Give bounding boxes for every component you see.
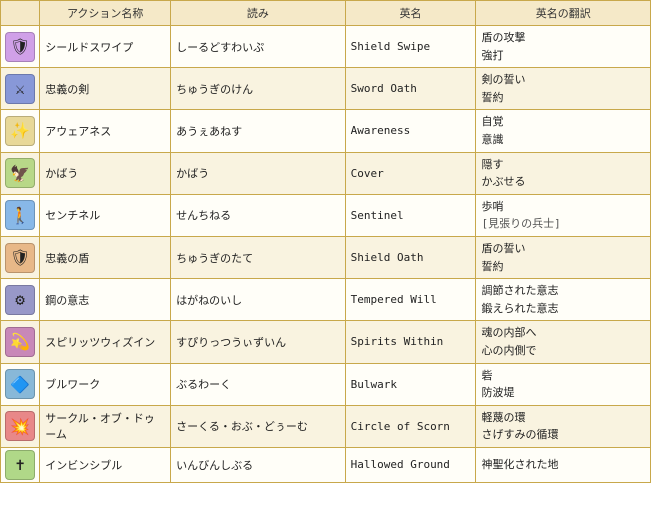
- ability-name: 忠義の剣: [40, 68, 171, 110]
- ability-name: かばう: [40, 152, 171, 194]
- ability-reading: ちゅうぎのたて: [171, 236, 345, 278]
- table-row: 🛡シールドスワイプしーるどすわいぷShield Swipe盾の攻撃強打: [1, 26, 651, 68]
- ability-reading: かばう: [171, 152, 345, 194]
- table-row: 🛡忠義の盾ちゅうぎのたてShield Oath盾の誓い誓約: [1, 236, 651, 278]
- table-row: ⚔忠義の剣ちゅうぎのけんSword Oath剣の誓い誓約: [1, 68, 651, 110]
- ability-name: アウェアネス: [40, 110, 171, 152]
- ability-icon-cell: 🛡: [1, 26, 40, 68]
- ability-english: Shield Oath: [345, 236, 476, 278]
- ability-reading: すぴりっつうぃずいん: [171, 321, 345, 363]
- ability-translation: 砦防波堤: [476, 363, 651, 405]
- ability-icon-cell: ✨: [1, 110, 40, 152]
- ability-icon: ✨: [5, 116, 35, 146]
- header-action: アクション名称: [40, 1, 171, 26]
- ability-icon-cell: ⚔: [1, 68, 40, 110]
- ability-icon: ⚔: [5, 74, 35, 104]
- ability-name: インビンシブル: [40, 447, 171, 482]
- ability-reading: しーるどすわいぷ: [171, 26, 345, 68]
- ability-reading: ぶるわーく: [171, 363, 345, 405]
- ability-translation: 剣の誓い誓約: [476, 68, 651, 110]
- ability-english: Sword Oath: [345, 68, 476, 110]
- table-row: 🦅かばうかばうCover隠すかぶせる: [1, 152, 651, 194]
- ability-english: Sentinel: [345, 194, 476, 236]
- ability-icon-cell: ⚙: [1, 279, 40, 321]
- ability-name: 鋼の意志: [40, 279, 171, 321]
- ability-english: Hallowed Ground: [345, 447, 476, 482]
- ability-icon: 🛡: [5, 32, 35, 62]
- header-english: 英名: [345, 1, 476, 26]
- ability-name: 忠義の盾: [40, 236, 171, 278]
- ability-english: Circle of Scorn: [345, 405, 476, 447]
- table-row: 🔷ブルワークぶるわーくBulwark砦防波堤: [1, 363, 651, 405]
- ability-english: Tempered Will: [345, 279, 476, 321]
- ability-english: Cover: [345, 152, 476, 194]
- ability-translation: 自覚意識: [476, 110, 651, 152]
- ability-icon: 🛡: [5, 243, 35, 273]
- ability-icon: ⚙: [5, 285, 35, 315]
- ability-icon: 💫: [5, 327, 35, 357]
- ability-translation: 盾の誓い誓約: [476, 236, 651, 278]
- ability-icon: 🔷: [5, 369, 35, 399]
- header-icon: [1, 1, 40, 26]
- ability-translation: 軽蔑の環さげすみの循環: [476, 405, 651, 447]
- table-row: 🚶センチネルせんちねるSentinel歩哨[見張りの兵士]: [1, 194, 651, 236]
- ability-reading: せんちねる: [171, 194, 345, 236]
- ability-reading: さーくる・おぶ・どぅーむ: [171, 405, 345, 447]
- ability-name: ブルワーク: [40, 363, 171, 405]
- ability-translation: 神聖化された地: [476, 447, 651, 482]
- ability-icon-cell: 💥: [1, 405, 40, 447]
- ability-icon-cell: ✝: [1, 447, 40, 482]
- ability-icon-cell: 🔷: [1, 363, 40, 405]
- ability-name: サークル・オブ・ドゥーム: [40, 405, 171, 447]
- ability-table: アクション名称 読み 英名 英名の翻訳 🛡シールドスワイプしーるどすわいぷShi…: [0, 0, 651, 483]
- ability-reading: あうぇあねす: [171, 110, 345, 152]
- ability-translation: 盾の攻撃強打: [476, 26, 651, 68]
- table-row: ✝インビンシブルいんびんしぶるHallowed Ground神聖化された地: [1, 447, 651, 482]
- ability-name: シールドスワイプ: [40, 26, 171, 68]
- ability-translation: 隠すかぶせる: [476, 152, 651, 194]
- ability-reading: いんびんしぶる: [171, 447, 345, 482]
- ability-english: Shield Swipe: [345, 26, 476, 68]
- ability-english: Spirits Within: [345, 321, 476, 363]
- table-row: 💫スピリッツウィズインすぴりっつうぃずいんSpirits Within魂の内部へ…: [1, 321, 651, 363]
- ability-reading: ちゅうぎのけん: [171, 68, 345, 110]
- table-row: ✨アウェアネスあうぇあねすAwareness自覚意識: [1, 110, 651, 152]
- ability-icon-cell: 💫: [1, 321, 40, 363]
- ability-icon: 🦅: [5, 158, 35, 188]
- ability-reading: はがねのいし: [171, 279, 345, 321]
- ability-translation: 歩哨[見張りの兵士]: [476, 194, 651, 236]
- table-row: ⚙鋼の意志はがねのいしTempered Will調節された意志鍛えられた意志: [1, 279, 651, 321]
- ability-name: センチネル: [40, 194, 171, 236]
- ability-translation: 魂の内部へ心の内側で: [476, 321, 651, 363]
- ability-icon: ✝: [5, 450, 35, 480]
- ability-icon: 🚶: [5, 200, 35, 230]
- ability-translation: 調節された意志鍛えられた意志: [476, 279, 651, 321]
- ability-english: Bulwark: [345, 363, 476, 405]
- ability-icon-cell: 🦅: [1, 152, 40, 194]
- table-row: 💥サークル・オブ・ドゥームさーくる・おぶ・どぅーむCircle of Scorn…: [1, 405, 651, 447]
- header-translation: 英名の翻訳: [476, 1, 651, 26]
- ability-english: Awareness: [345, 110, 476, 152]
- ability-icon: 💥: [5, 411, 35, 441]
- ability-name: スピリッツウィズイン: [40, 321, 171, 363]
- ability-icon-cell: 🛡: [1, 236, 40, 278]
- header-reading: 読み: [171, 1, 345, 26]
- ability-icon-cell: 🚶: [1, 194, 40, 236]
